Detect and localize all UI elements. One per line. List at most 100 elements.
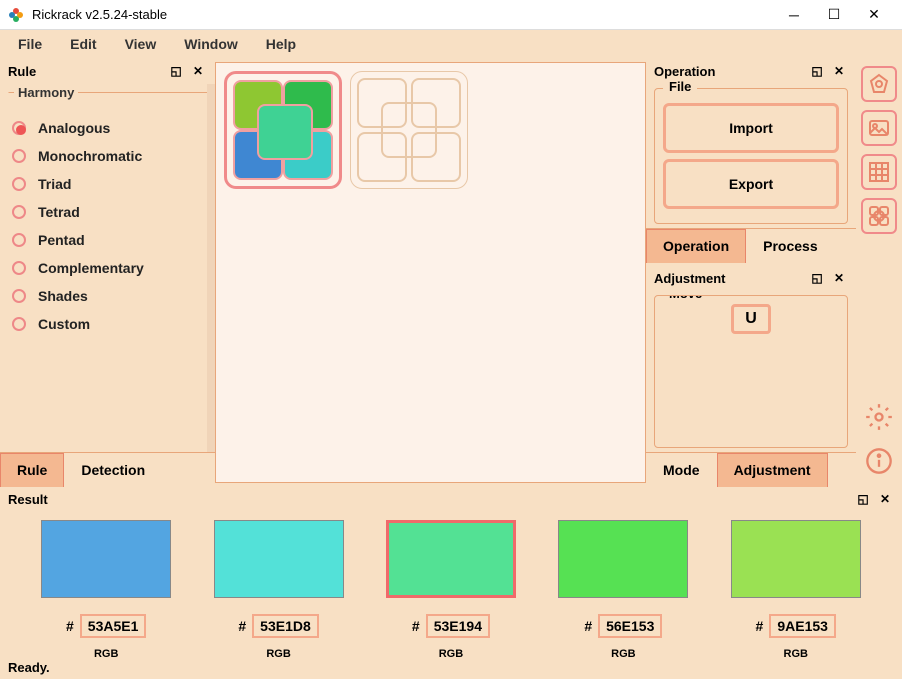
adjustment-panel: Adjustment ◱ ✕ Move U Mode Adjustment	[646, 265, 856, 487]
status-bar: Ready.	[0, 660, 902, 679]
menubar: File Edit View Window Help	[0, 30, 902, 58]
result-panel: Result ◱ ✕ #53A5E1 RGB #53E1D8 RGB #53E194 RG…	[0, 487, 902, 679]
rgb-label: RGB	[548, 648, 698, 660]
radio-icon	[12, 149, 26, 163]
main-area: Rule ◱ ✕ Harmony AnalogousMonochromaticT…	[0, 58, 902, 487]
tab-operation[interactable]: Operation	[646, 229, 746, 263]
menu-edit[interactable]: Edit	[58, 32, 108, 56]
move-fieldset: Move U	[654, 295, 848, 448]
operation-tabs: Operation Process	[646, 228, 856, 263]
adjustment-title: Adjustment	[654, 271, 726, 286]
rgb-label: RGB	[204, 648, 354, 660]
radio-icon	[12, 177, 26, 191]
result-swatch[interactable]	[41, 520, 171, 598]
result-header: Result ◱ ✕	[0, 487, 902, 512]
harmony-group-title: Harmony	[14, 85, 78, 100]
hex-row: #9AE153	[721, 614, 871, 638]
radio-icon	[12, 205, 26, 219]
radio-icon	[12, 289, 26, 303]
result-item: #56E153 RGB	[548, 520, 698, 660]
swatch-group-active[interactable]	[224, 71, 342, 189]
hex-row: #53A5E1	[31, 614, 181, 638]
hash-symbol: #	[238, 618, 246, 634]
close-panel-icon[interactable]: ✕	[876, 490, 894, 508]
hex-input[interactable]: 53A5E1	[80, 614, 147, 638]
dock-icon[interactable]: ◱	[808, 62, 826, 80]
adjustment-header: Adjustment ◱ ✕	[646, 265, 856, 291]
window-title: Rickrack v2.5.24-stable	[32, 7, 774, 22]
move-up-button[interactable]: U	[731, 304, 771, 334]
tab-detection[interactable]: Detection	[64, 453, 162, 487]
operation-title: Operation	[654, 64, 715, 79]
maximize-button[interactable]: ☐	[814, 0, 854, 30]
minimize-button[interactable]: ─	[774, 0, 814, 30]
close-button[interactable]: ✕	[854, 0, 894, 30]
hash-symbol: #	[584, 618, 592, 634]
radio-icon	[12, 261, 26, 275]
menu-view[interactable]: View	[113, 32, 169, 56]
close-panel-icon[interactable]: ✕	[830, 62, 848, 80]
grid-tool-icon[interactable]	[861, 154, 897, 190]
export-button[interactable]: Export	[663, 159, 839, 209]
hash-symbol: #	[756, 618, 764, 634]
dock-icon[interactable]: ◱	[808, 269, 826, 287]
app-logo-icon	[8, 7, 24, 23]
menu-window[interactable]: Window	[172, 32, 250, 56]
tab-process[interactable]: Process	[746, 229, 834, 263]
rule-body: Harmony AnalogousMonochromaticTriadTetra…	[0, 84, 215, 452]
operation-panel: Operation ◱ ✕ File Import Export Operati…	[646, 58, 856, 263]
hex-row: #53E194	[376, 614, 526, 638]
hex-input[interactable]: 53E1D8	[252, 614, 319, 638]
hash-symbol: #	[412, 618, 420, 634]
hex-row: #56E153	[548, 614, 698, 638]
right-column: Operation ◱ ✕ File Import Export Operati…	[646, 58, 856, 487]
result-swatch[interactable]	[731, 520, 861, 598]
dock-icon[interactable]: ◱	[167, 62, 185, 80]
result-title: Result	[8, 492, 48, 507]
import-button[interactable]: Import	[663, 103, 839, 153]
result-item: #53E1D8 RGB	[204, 520, 354, 660]
close-panel-icon[interactable]: ✕	[830, 269, 848, 287]
close-panel-icon[interactable]: ✕	[189, 62, 207, 80]
rgb-label: RGB	[721, 648, 871, 660]
sidebar-tools	[856, 58, 902, 487]
tab-rule[interactable]: Rule	[0, 453, 64, 487]
file-fieldset: File Import Export	[654, 88, 848, 224]
wheel-tool-icon[interactable]	[861, 66, 897, 102]
swatch-group-empty[interactable]	[350, 71, 468, 189]
result-row: #53A5E1 RGB #53E1D8 RGB #53E194 RGB #56E153 RGB…	[0, 512, 902, 660]
info-icon[interactable]	[861, 443, 897, 479]
move-legend: Move	[663, 295, 708, 301]
rgb-label: RGB	[31, 648, 181, 660]
board-tool-icon[interactable]	[861, 198, 897, 234]
tab-adjustment[interactable]: Adjustment	[717, 453, 828, 487]
titlebar: Rickrack v2.5.24-stable ─ ☐ ✕	[0, 0, 902, 30]
scrollbar[interactable]	[207, 84, 215, 452]
result-item: #9AE153 RGB	[721, 520, 871, 660]
hex-input[interactable]: 53E194	[426, 614, 490, 638]
canvas[interactable]	[215, 62, 646, 483]
hex-row: #53E1D8	[204, 614, 354, 638]
settings-icon[interactable]	[861, 399, 897, 435]
result-swatch[interactable]	[558, 520, 688, 598]
hex-input[interactable]: 56E153	[598, 614, 662, 638]
result-swatch[interactable]	[214, 520, 344, 598]
hex-input[interactable]: 9AE153	[769, 614, 836, 638]
radio-icon	[12, 121, 26, 135]
tab-mode[interactable]: Mode	[646, 453, 717, 487]
rule-panel-title: Rule	[8, 64, 36, 79]
menu-help[interactable]: Help	[254, 32, 308, 56]
menu-file[interactable]: File	[6, 32, 54, 56]
swatch-center[interactable]	[257, 104, 313, 160]
dock-icon[interactable]: ◱	[854, 490, 872, 508]
file-legend: File	[663, 79, 697, 94]
rule-tabs: Rule Detection	[0, 452, 215, 487]
radio-icon	[12, 233, 26, 247]
result-item: #53A5E1 RGB	[31, 520, 181, 660]
radio-icon	[12, 317, 26, 331]
rgb-label: RGB	[376, 648, 526, 660]
rule-panel: Rule ◱ ✕ Harmony AnalogousMonochromaticT…	[0, 58, 215, 487]
result-swatch[interactable]	[386, 520, 516, 598]
image-tool-icon[interactable]	[861, 110, 897, 146]
adjustment-tabs: Mode Adjustment	[646, 452, 856, 487]
